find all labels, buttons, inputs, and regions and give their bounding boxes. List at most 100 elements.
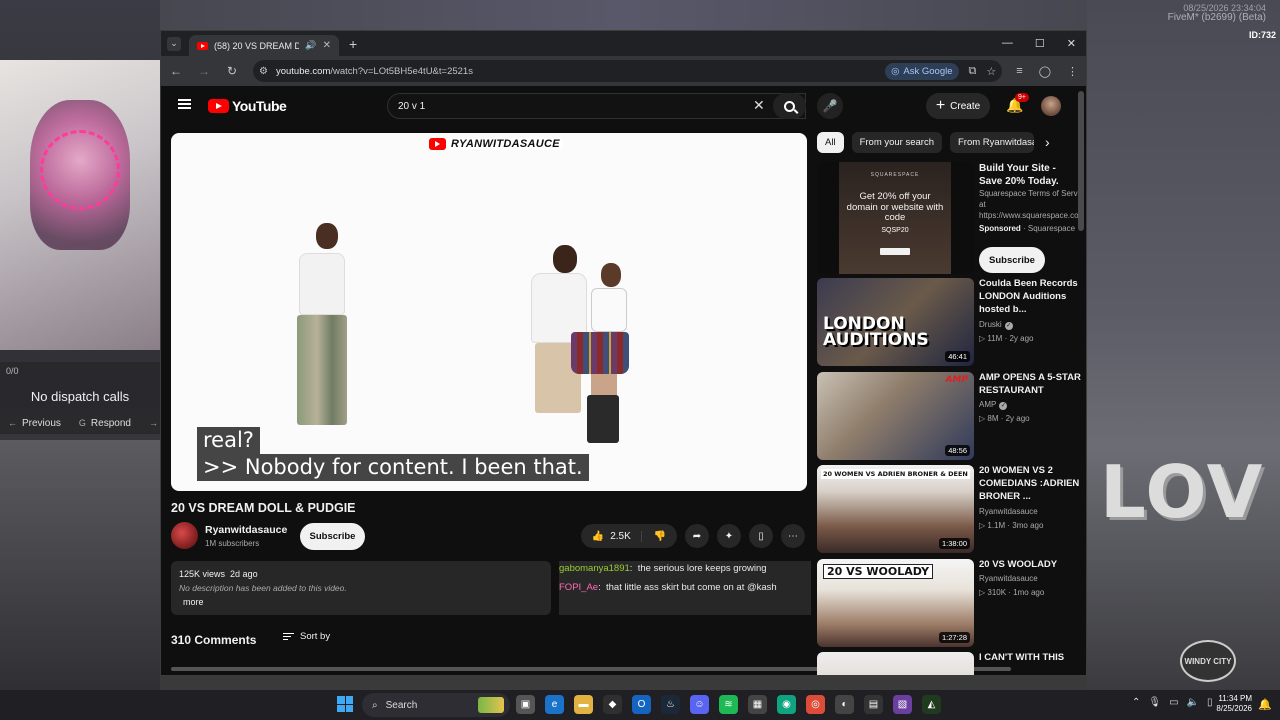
tray-overflow-icon[interactable]: ⌃ (1132, 697, 1140, 708)
network-icon[interactable]: ▭ (1169, 697, 1178, 708)
ad-meta: Squarespace Terms of Service at https://… (979, 189, 1079, 221)
upload-age: 2d ago (230, 569, 258, 579)
recommended-video[interactable]: 20 VS WOOLADY 1:27:28 20 VS WOOLADY Ryan… (817, 559, 1085, 649)
tab-close-icon[interactable]: ✕ (323, 40, 331, 51)
chevron-right-icon[interactable]: › (1045, 134, 1050, 150)
love-sign: LOV (1100, 450, 1265, 534)
close-window-icon[interactable]: ✕ (1067, 37, 1076, 50)
menu-kebab-icon[interactable]: ⋮ (1067, 65, 1078, 78)
video-title[interactable]: I CAN'T WITH THIS (979, 652, 1085, 665)
video-title[interactable]: Coulda Been Records LONDON Auditions hos… (979, 278, 1085, 316)
sort-by-button[interactable]: Sort by (283, 631, 330, 642)
dispatch-previous[interactable]: ← Previous (8, 418, 61, 429)
nvidia-icon[interactable]: ◭ (922, 695, 941, 714)
recommended-video[interactable]: 20 WOMEN VS ADRIEN BRONER & DEEN 1:38:00… (817, 465, 1085, 555)
video-player[interactable]: RYANWITDASAUCE real? >> Nobody for conte… (171, 133, 807, 491)
store-icon[interactable]: ◆ (603, 695, 622, 714)
app-green-icon[interactable]: ◉ (777, 695, 796, 714)
back-icon[interactable]: ← (169, 64, 183, 78)
search-input[interactable]: 20 v 1 (387, 93, 806, 119)
address-bar[interactable]: ⚙ youtube.com/watch?v=LOt5BH5e4tU&t=2521… (253, 60, 1003, 82)
hud-player-id: ID:732 (1248, 30, 1276, 40)
minimize-icon[interactable]: — (1002, 37, 1013, 50)
more-actions-button[interactable]: ⋯ (781, 524, 805, 548)
account-avatar[interactable] (1041, 96, 1061, 116)
ad-title[interactable]: Build Your Site - Save 20% Today. (979, 162, 1079, 188)
task-view-icon[interactable]: ▣ (516, 695, 535, 714)
notification-center-icon[interactable]: 🔔 (1258, 698, 1272, 711)
new-tab-icon[interactable]: + (349, 36, 357, 52)
edge-icon[interactable]: e (545, 695, 564, 714)
calculator-icon[interactable]: ▦ (748, 695, 767, 714)
save-button[interactable]: ▯ (749, 524, 773, 548)
outlook-icon[interactable]: O (632, 695, 651, 714)
voice-search-icon[interactable]: 🎤 (817, 93, 843, 119)
video-meta: ▷ 8M · 2y ago (979, 414, 1030, 423)
recommended-video[interactable]: I CAN'T WITH THIS (817, 652, 1085, 675)
volume-icon[interactable]: 🔈 (1187, 697, 1199, 708)
obs-icon[interactable]: ◐ (835, 695, 854, 714)
tab-search-icon[interactable]: ⌄ (167, 36, 181, 51)
spotify-icon[interactable]: ≋ (719, 695, 738, 714)
recommended-video[interactable]: AMP 48:56 AMP OPENS A 5-STAR RESTAURANT … (817, 372, 1085, 462)
dispatch-respond[interactable]: G Respond (79, 418, 131, 429)
subscribe-button[interactable]: Subscribe (300, 523, 365, 550)
search-button[interactable] (773, 93, 806, 119)
windows-start-icon[interactable] (337, 696, 353, 712)
video-thumbnail[interactable]: 20 VS WOOLADY 1:27:28 (817, 559, 974, 647)
chrome-icon[interactable]: ◎ (806, 695, 825, 714)
taskbar-search[interactable]: ⌕ Search (362, 693, 510, 717)
ad-subscribe-button[interactable]: Subscribe (979, 247, 1045, 273)
tab-youtube[interactable]: (58) 20 VS DREAM DOLL & PUDGIE 🔊 ✕ (189, 35, 339, 56)
cast-icon[interactable]: ⧉ (969, 65, 977, 78)
forward-icon[interactable]: → (197, 64, 211, 78)
ask-google-button[interactable]: ◎ Ask Google (885, 62, 959, 80)
microphone-icon[interactable]: 🎙 (1148, 697, 1161, 708)
view-count: 1.1M (987, 521, 1006, 530)
channel-name[interactable]: Ryanwitdasauce (205, 524, 287, 536)
bookmark-star-icon[interactable]: ☆ (986, 65, 996, 78)
recommended-video[interactable]: LONDON AUDITIONS 46:41 Coulda Been Recor… (817, 278, 1085, 368)
video-title[interactable]: AMP OPENS A 5-STAR RESTAURANT (979, 372, 1085, 398)
chip-from-channel[interactable]: From Ryanwitdasauce (950, 132, 1034, 153)
file-explorer-icon[interactable]: ▬ (574, 695, 593, 714)
maximize-icon[interactable]: ☐ (1035, 37, 1045, 50)
profile-icon[interactable]: ◯ (1039, 65, 1051, 78)
like-button[interactable]: 👍 2.5K (592, 530, 642, 542)
video-thumbnail[interactable]: AMP 48:56 (817, 372, 974, 460)
url-text[interactable]: youtube.com/watch?v=LOt5BH5e4tU&t=2521s (276, 66, 473, 77)
terminal-icon[interactable]: ▤ (864, 695, 883, 714)
video-thumbnail[interactable]: LONDON AUDITIONS 46:41 (817, 278, 974, 366)
youtube-logo[interactable]: YouTube (208, 98, 287, 114)
clear-search-icon[interactable]: ✕ (753, 98, 765, 112)
ask-button[interactable]: ✦ (717, 524, 741, 548)
video-title[interactable]: 20 VS WOOLADY (979, 559, 1085, 572)
create-button[interactable]: + Create (926, 93, 990, 119)
hamburger-menu-icon[interactable] (178, 99, 191, 109)
steam-icon[interactable]: ♨ (661, 695, 680, 714)
vertical-scrollbar[interactable] (1078, 91, 1084, 231)
video-duration: 46:41 (945, 351, 970, 362)
chip-from-your-search[interactable]: From your search (851, 132, 942, 153)
video-duration: 1:27:28 (938, 632, 970, 643)
video-thumbnail[interactable]: 20 WOMEN VS ADRIEN BRONER & DEEN 1:38:00 (817, 465, 974, 553)
media-controls-icon[interactable]: ≡ (1016, 65, 1022, 78)
taskbar-search-icon: ⌕ (372, 699, 378, 711)
share-button[interactable]: ➦ (685, 524, 709, 548)
channel-avatar[interactable] (171, 522, 198, 549)
reload-icon[interactable]: ↻ (225, 64, 239, 78)
audio-playing-icon[interactable]: 🔊 (305, 40, 316, 51)
ad-thumbnail[interactable]: SQUARESPACE Get 20% off your domain or w… (817, 162, 974, 274)
dislike-button[interactable]: 👎 (642, 531, 666, 542)
taskbar-clock[interactable]: 11:34 PM 8/25/2026 (1210, 694, 1252, 715)
chip-all[interactable]: All (817, 132, 844, 153)
sponsored-label: Sponsored (979, 224, 1021, 233)
twitch-icon[interactable]: ▧ (893, 695, 912, 714)
toolbar-icons: ≡ ◯ ⋮ (1016, 65, 1078, 78)
video-thumbnail[interactable] (817, 652, 974, 675)
description-more-link[interactable]: more (183, 597, 204, 607)
discord-icon[interactable]: ☺ (690, 695, 709, 714)
description-box[interactable]: 125K views 2d ago No description has bee… (171, 561, 551, 615)
site-info-icon[interactable]: ⚙ (259, 66, 268, 77)
video-title[interactable]: 20 WOMEN VS 2 COMEDIANS :ADRIEN BRONER .… (979, 465, 1085, 503)
